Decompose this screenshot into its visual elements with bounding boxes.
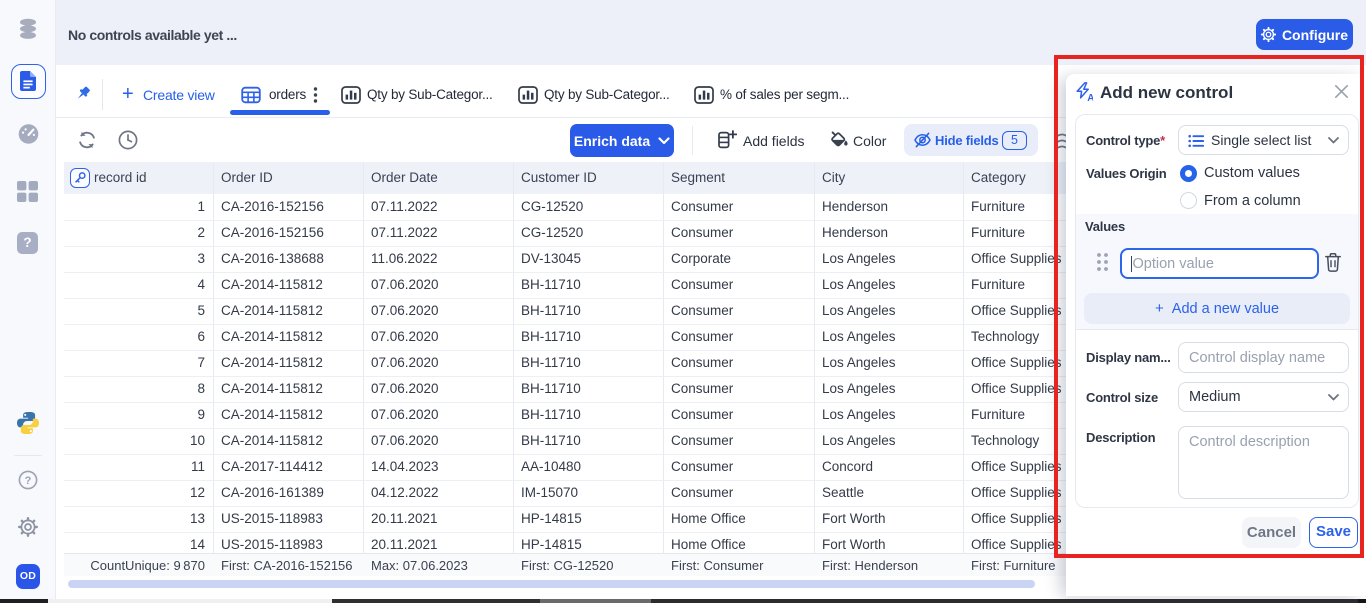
svg-text:?: ?: [25, 475, 32, 487]
